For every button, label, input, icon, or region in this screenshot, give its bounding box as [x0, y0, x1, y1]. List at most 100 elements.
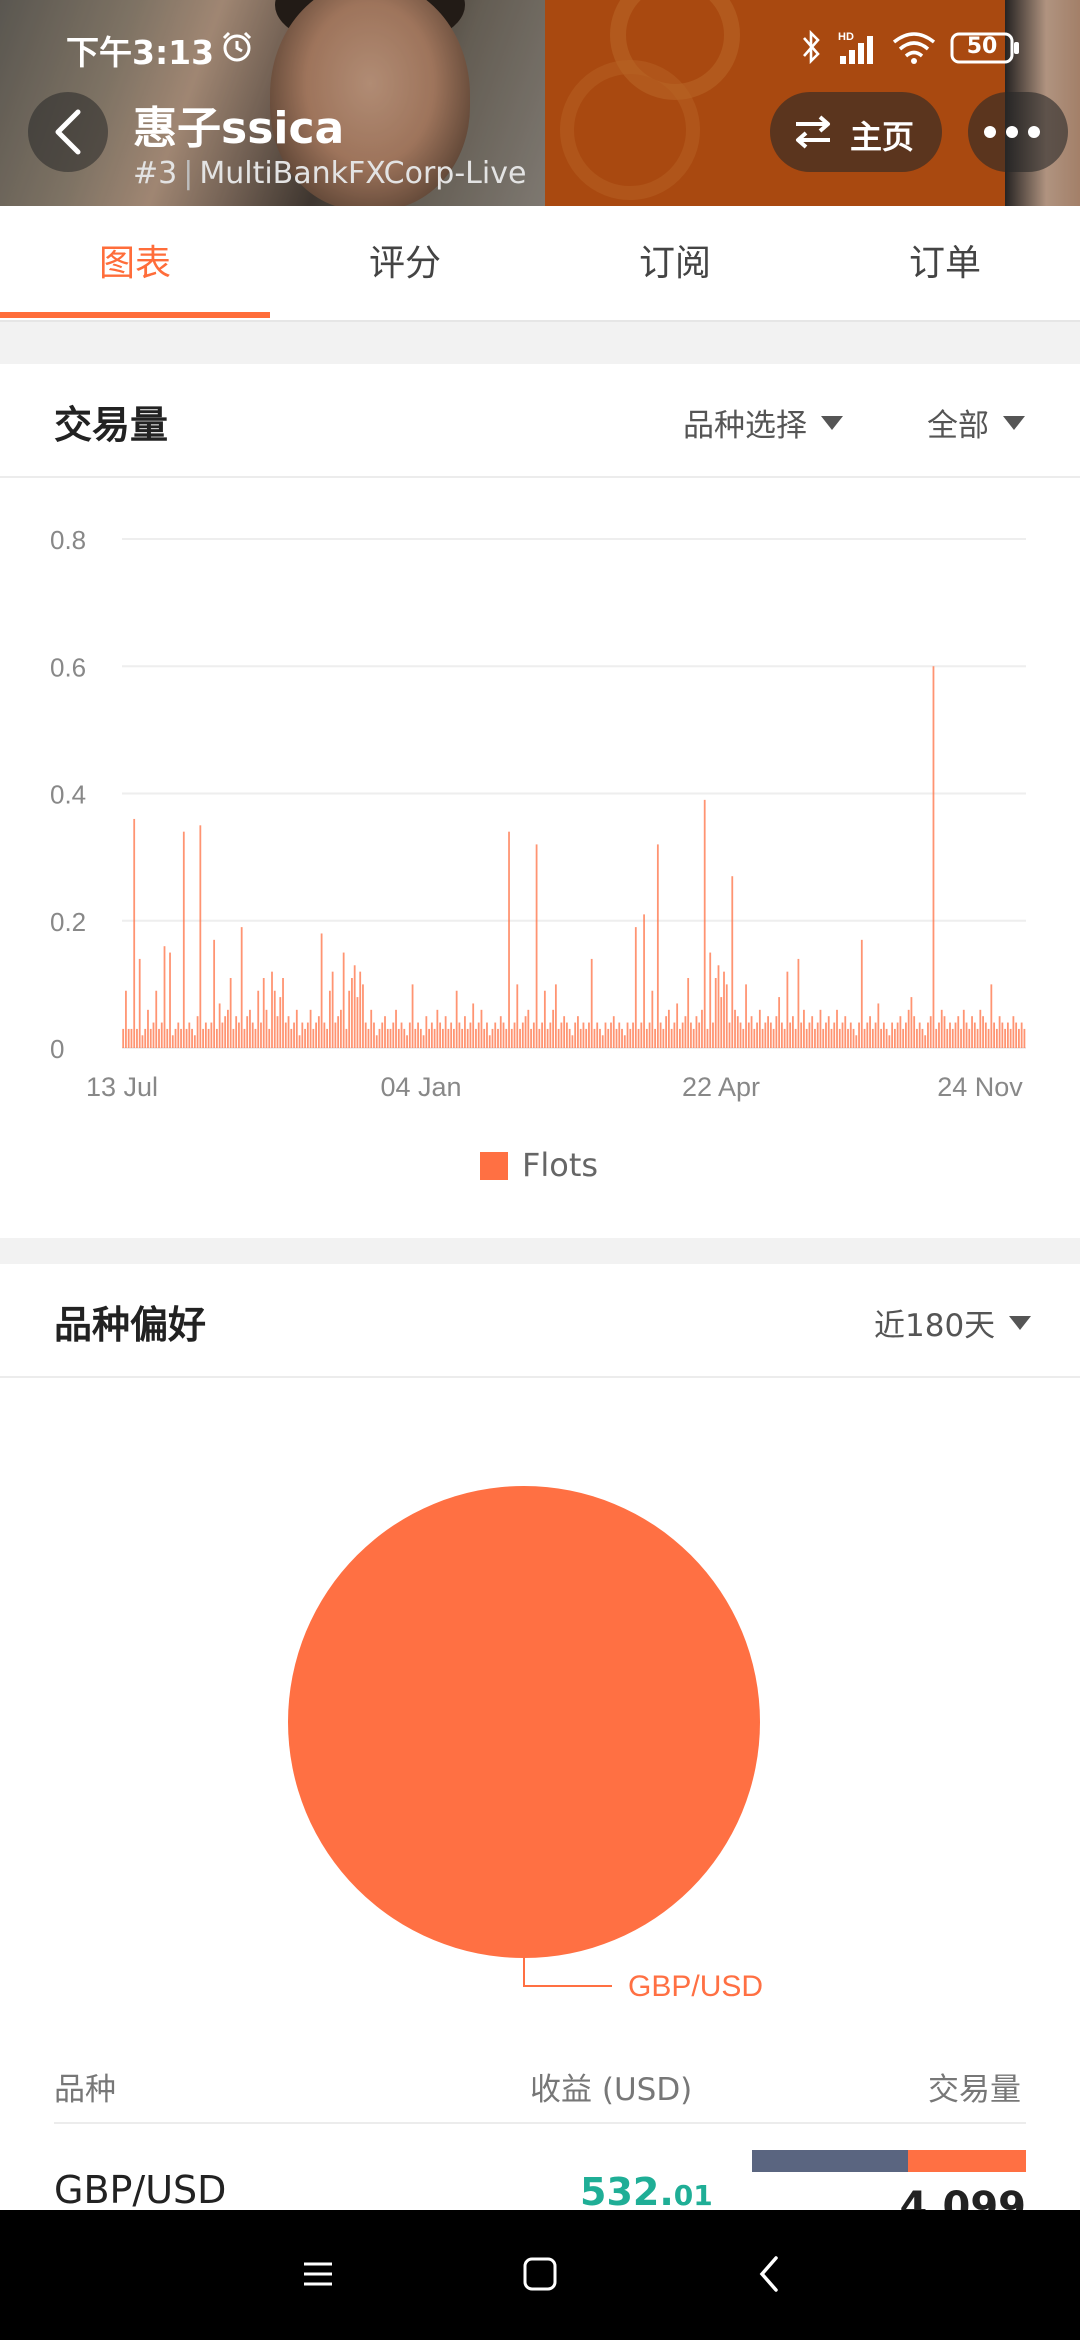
volume-bar [328, 990, 331, 1048]
status-time: 下午3:13 [66, 33, 215, 72]
back-triangle-icon[interactable] [754, 2252, 784, 2296]
volume-bar [163, 946, 166, 1048]
volume-ratio-long [752, 2150, 909, 2172]
volume-bar [238, 1022, 240, 1048]
volume-bar [218, 1003, 221, 1048]
symbol-filter-dropdown[interactable]: 品种选择 [683, 400, 843, 445]
volume-bar [359, 971, 362, 1048]
back-button[interactable] [28, 92, 108, 172]
volume-bar [406, 1035, 408, 1048]
bluetooth-icon [803, 29, 820, 65]
volume-bar [260, 1022, 262, 1048]
volume-bar [469, 1022, 472, 1048]
volume-bar [825, 1022, 827, 1048]
volume-bar [246, 1016, 249, 1048]
preference-card-title: 品种偏好 [54, 1303, 207, 1347]
volume-bar [273, 990, 276, 1048]
volume-bar [670, 1028, 673, 1048]
volume-bar [805, 1028, 808, 1048]
volume-bar [951, 1028, 954, 1048]
volume-bar [196, 1016, 199, 1048]
volume-bar [604, 1022, 607, 1048]
volume-bar [907, 1009, 910, 1048]
home-square-icon[interactable] [520, 2254, 560, 2294]
volume-bar [367, 1028, 370, 1048]
volume-bar [808, 1022, 811, 1048]
volume-bar [356, 997, 359, 1048]
volume-bar [654, 1028, 656, 1048]
tab-subscribe[interactable]: 订阅 [540, 206, 810, 322]
volume-bar [486, 1022, 488, 1048]
volume-bar [340, 1009, 342, 1048]
volume-bar [144, 1028, 147, 1048]
volume-bar [152, 1022, 155, 1048]
volume-bar [1023, 1028, 1026, 1048]
volume-bar [830, 1028, 833, 1048]
volume-bar [626, 1022, 629, 1048]
volume-bar [1004, 1028, 1007, 1048]
volume-bar [1020, 1022, 1023, 1048]
profile-header: 下午3:13 HD 50 惠子ssica #3 | MultiBankFXCor… [0, 0, 1080, 206]
tab-rating[interactable]: 评分 [270, 206, 540, 322]
volume-bar [896, 1022, 899, 1048]
volume-bar [756, 1022, 758, 1048]
volume-bar [976, 1028, 979, 1048]
volume-bar [979, 1009, 982, 1048]
volume-bar [232, 1028, 235, 1048]
volume-bar [566, 1022, 568, 1048]
volume-bar [309, 1009, 312, 1048]
volume-bar [935, 1028, 938, 1048]
volume-bar [871, 1028, 874, 1048]
volume-bar [1012, 1016, 1015, 1048]
volume-ratio-short [908, 2150, 1026, 2172]
volume-bar [295, 1009, 298, 1048]
home-button-label: 主页 [850, 118, 915, 156]
volume-bar [786, 971, 789, 1048]
volume-bar [665, 1016, 668, 1048]
more-dots-icon [984, 126, 1040, 138]
volume-bar [425, 1016, 428, 1048]
volume-bar [836, 1009, 838, 1048]
period-filter-dropdown[interactable]: 近180天 [874, 1300, 1032, 1345]
volume-bar [279, 997, 282, 1048]
volume-bar [1009, 1028, 1012, 1048]
volume-bar [709, 952, 712, 1048]
y-tick-label: 0.2 [50, 907, 86, 937]
home-button[interactable]: 主页 [770, 92, 942, 172]
tab-chart[interactable]: 图表 [0, 206, 270, 322]
volume-bar [811, 1016, 814, 1048]
switch-arrows-icon [796, 115, 830, 149]
volume-bar [191, 1028, 193, 1048]
volume-bar [615, 1028, 618, 1048]
volume-bar [673, 1022, 676, 1048]
row-profit-int: 532. [580, 2170, 674, 2214]
menu-icon[interactable] [298, 2254, 338, 2294]
volume-bar [549, 1022, 552, 1048]
tab-orders[interactable]: 订单 [810, 206, 1080, 322]
volume-bar [645, 1028, 648, 1048]
volume-bar [841, 1022, 844, 1048]
volume-bar [924, 1035, 927, 1048]
volume-bar [800, 1022, 803, 1048]
active-tab-indicator [0, 312, 270, 318]
more-button[interactable] [968, 92, 1068, 172]
volume-bar [557, 1028, 560, 1048]
range-filter-dropdown[interactable]: 全部 [927, 400, 1025, 445]
volume-bar [656, 844, 659, 1048]
volume-bar [508, 831, 510, 1048]
volume-bar [731, 876, 734, 1048]
volume-bar [745, 984, 747, 1048]
volume-bar [370, 1009, 373, 1048]
volume-bar [235, 1016, 238, 1048]
volume-bar [618, 1022, 621, 1048]
volume-bar [488, 1035, 491, 1048]
volume-bar [147, 1009, 149, 1048]
volume-bar [814, 1028, 816, 1048]
volume-bar [803, 1009, 805, 1048]
volume-bar [483, 1028, 486, 1048]
volume-ratio-bar [752, 2150, 1026, 2172]
trader-name: 惠子ssica [133, 103, 345, 154]
volume-bar [607, 1028, 610, 1048]
volume-bar [125, 990, 127, 1048]
volume-bar [739, 1022, 742, 1048]
